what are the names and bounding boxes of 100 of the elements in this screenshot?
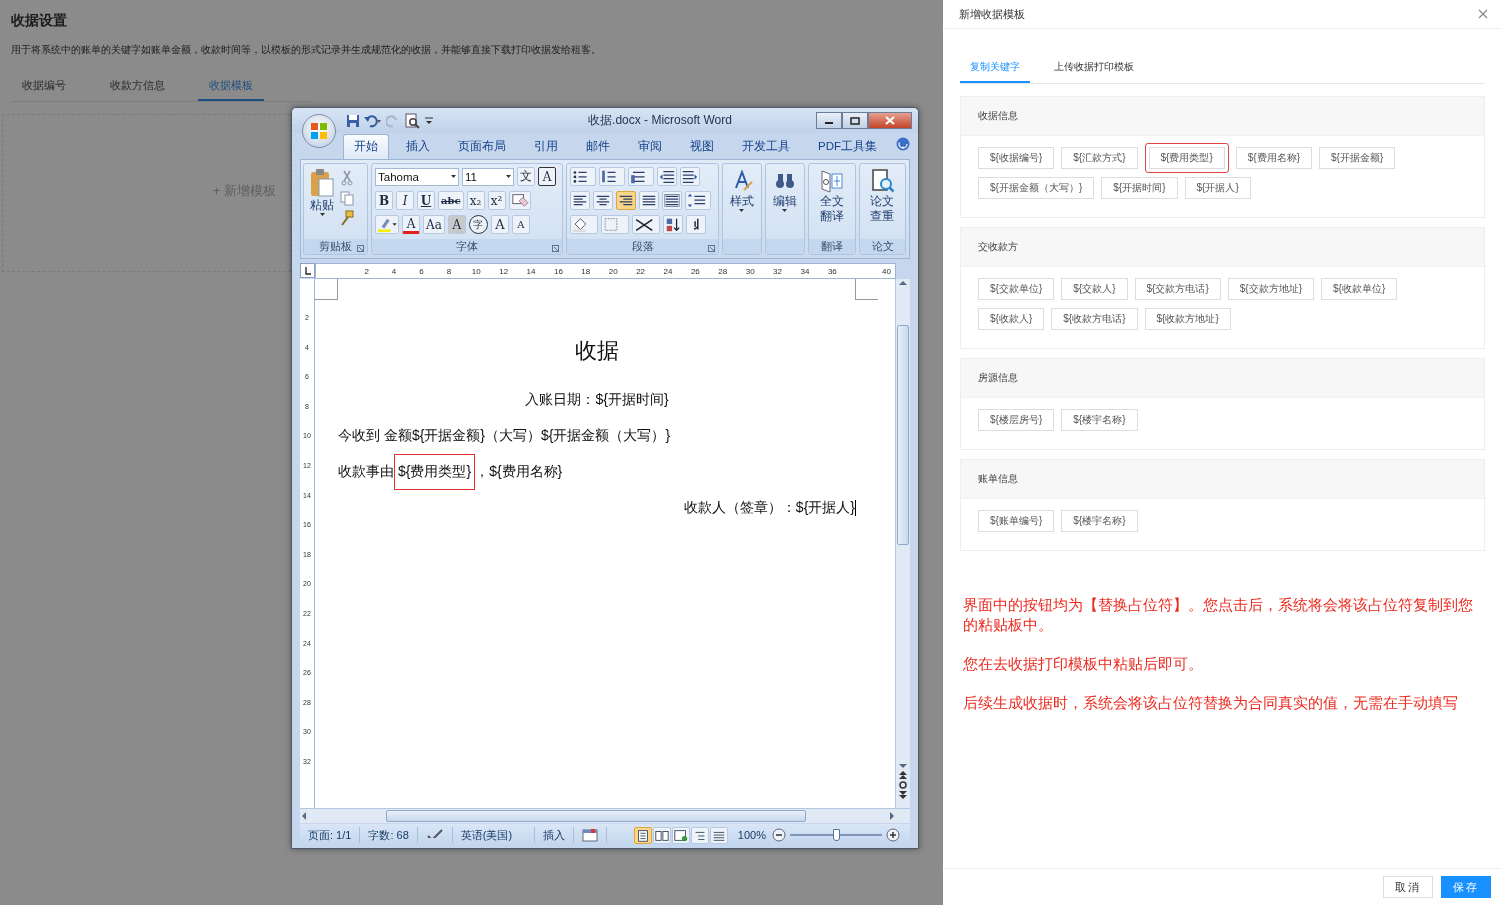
ribbon-tab[interactable]: 审阅 — [627, 134, 673, 159]
outline-view-icon[interactable] — [690, 826, 709, 844]
reading-view-icon[interactable] — [652, 826, 671, 844]
zoom-out-icon[interactable] — [772, 828, 786, 842]
page-count[interactable]: 页面: 1/1 — [300, 827, 361, 843]
ribbon-tab[interactable]: 页面布局 — [447, 134, 517, 159]
format-button[interactable]: x² — [487, 191, 506, 210]
help-icon[interactable] — [896, 137, 910, 151]
scroll-thumb[interactable] — [897, 325, 909, 545]
format-button[interactable]: I — [396, 191, 414, 210]
ribbon-tab[interactable]: 视图 — [679, 134, 725, 159]
tab[interactable]: 收据编号 — [11, 74, 77, 101]
ribbon-tab[interactable]: 邮件 — [575, 134, 621, 159]
maximize-button[interactable] — [842, 112, 868, 129]
format-button[interactable]: A — [511, 215, 530, 234]
scroll-right-icon[interactable] — [888, 812, 896, 820]
font-size-field[interactable]: 11 — [462, 167, 514, 186]
print-preview-icon[interactable] — [404, 112, 420, 129]
placeholder-button[interactable]: ${交款方地址} — [1227, 278, 1314, 300]
placeholder-button[interactable]: ${费用名称} — [1235, 147, 1312, 169]
tab-selector-icon[interactable] — [300, 263, 315, 278]
placeholder-button[interactable]: ${交款人} — [1061, 278, 1128, 300]
placeholder-button[interactable]: ${开据金额（大写）} — [978, 177, 1095, 199]
close-icon[interactable] — [1478, 9, 1488, 19]
next-page-icon[interactable] — [899, 790, 907, 800]
macro-recording-icon[interactable] — [582, 828, 599, 842]
word-count[interactable]: 字数: 68 — [360, 827, 418, 843]
format-button[interactable]: B — [375, 191, 393, 210]
ribbon-tab[interactable]: 开发工具 — [731, 134, 801, 159]
phonetic-guide-button[interactable]: 文 — [517, 167, 535, 186]
format-button[interactable]: 字 — [468, 215, 488, 234]
shading-icon[interactable] — [570, 215, 598, 234]
numbering-icon[interactable] — [599, 167, 625, 186]
proofing-icon[interactable] — [425, 828, 444, 842]
placeholder-button[interactable]: ${收款方电话} — [1051, 308, 1138, 330]
increase-indent-icon[interactable] — [680, 167, 700, 186]
browse-object-icon[interactable] — [898, 780, 908, 790]
placeholder-button[interactable]: ${开据金额} — [1319, 147, 1396, 169]
format-button[interactable]: x₂ — [466, 191, 485, 210]
placeholder-button[interactable]: ${费用类型} — [1144, 143, 1229, 173]
align-justify-icon[interactable] — [639, 191, 659, 210]
placeholder-button[interactable]: ${收款人} — [978, 308, 1045, 330]
insert-mode-status[interactable]: 插入 — [535, 827, 575, 843]
placeholder-button[interactable]: ${开据人} — [1184, 177, 1251, 199]
placeholder-button[interactable]: ${收款单位} — [1321, 278, 1398, 300]
format-painter-icon[interactable] — [340, 210, 354, 226]
scroll-down-icon[interactable] — [899, 762, 907, 770]
decrease-indent-icon[interactable] — [657, 167, 677, 186]
zoom-slider-thumb[interactable] — [833, 829, 840, 841]
sort-icon[interactable] — [663, 215, 683, 234]
draft-view-icon[interactable] — [709, 826, 728, 844]
placeholder-button[interactable]: ${楼宇名称} — [1061, 409, 1138, 431]
format-button[interactable]: Aa — [423, 215, 445, 234]
ribbon-tab[interactable]: 引用 — [523, 134, 569, 159]
format-button[interactable]: U — [417, 191, 435, 210]
format-button[interactable]: A — [402, 215, 420, 234]
placeholder-button[interactable]: ${交款单位} — [978, 278, 1055, 300]
translate-button[interactable]: 全文翻译 — [817, 166, 847, 237]
scroll-thumb[interactable] — [386, 810, 806, 822]
bullets-icon[interactable] — [570, 167, 596, 186]
paste-button[interactable]: 粘贴 — [307, 166, 337, 237]
horizontal-scrollbar[interactable] — [300, 808, 910, 823]
dialog-launcher-icon[interactable] — [708, 245, 715, 252]
ribbon-tab[interactable]: PDF工具集 — [807, 134, 888, 159]
previous-page-icon[interactable] — [899, 770, 907, 780]
undo-icon[interactable] — [364, 113, 382, 128]
placeholder-button[interactable]: ${收款方地址} — [1144, 308, 1231, 330]
scroll-up-icon[interactable] — [899, 279, 907, 287]
multilevel-list-icon[interactable] — [628, 167, 654, 186]
vertical-scrollbar[interactable] — [895, 279, 910, 808]
print-view-icon[interactable] — [633, 826, 652, 844]
align-distributed-icon[interactable] — [662, 191, 682, 210]
font-name-field[interactable]: Tahoma — [375, 167, 459, 186]
dialog-launcher-icon[interactable] — [552, 245, 559, 252]
dialog-launcher-icon[interactable] — [357, 245, 364, 252]
placeholder-button[interactable]: ${账单编号} — [978, 510, 1055, 532]
web-view-icon[interactable] — [671, 826, 690, 844]
format-button[interactable]: abc — [438, 191, 464, 210]
plagiarism-check-button[interactable]: 论文查重 — [867, 166, 898, 237]
language-status[interactable]: 英语(美国) — [452, 827, 536, 843]
tab[interactable]: 上传收据打印模板 — [1044, 54, 1144, 83]
placeholder-button[interactable]: ${交款方电话} — [1134, 278, 1221, 300]
character-border-button[interactable]: A — [538, 167, 556, 186]
save-icon[interactable] — [346, 113, 360, 128]
align-center-icon[interactable] — [593, 191, 613, 210]
placeholder-button[interactable]: ${汇款方式} — [1061, 147, 1138, 169]
placeholder-button[interactable]: ${开据时间} — [1101, 177, 1178, 199]
align-right-icon[interactable] — [616, 191, 636, 210]
minimize-button[interactable] — [816, 112, 842, 129]
zoom-level[interactable]: 100% — [737, 829, 766, 841]
align-left-icon[interactable] — [570, 191, 590, 210]
customize-toolbar-icon[interactable] — [424, 115, 434, 126]
office-button[interactable] — [302, 114, 336, 148]
placeholder-button[interactable]: ${收据编号} — [978, 147, 1055, 169]
placeholder-button[interactable]: ${楼层房号} — [978, 409, 1055, 431]
format-button[interactable]: A — [447, 215, 466, 234]
line-spacing-icon[interactable] — [685, 191, 711, 210]
highlighter-icon[interactable] — [375, 215, 399, 234]
scroll-left-icon[interactable] — [300, 812, 308, 820]
ribbon-tab[interactable]: 开始 — [343, 134, 389, 159]
